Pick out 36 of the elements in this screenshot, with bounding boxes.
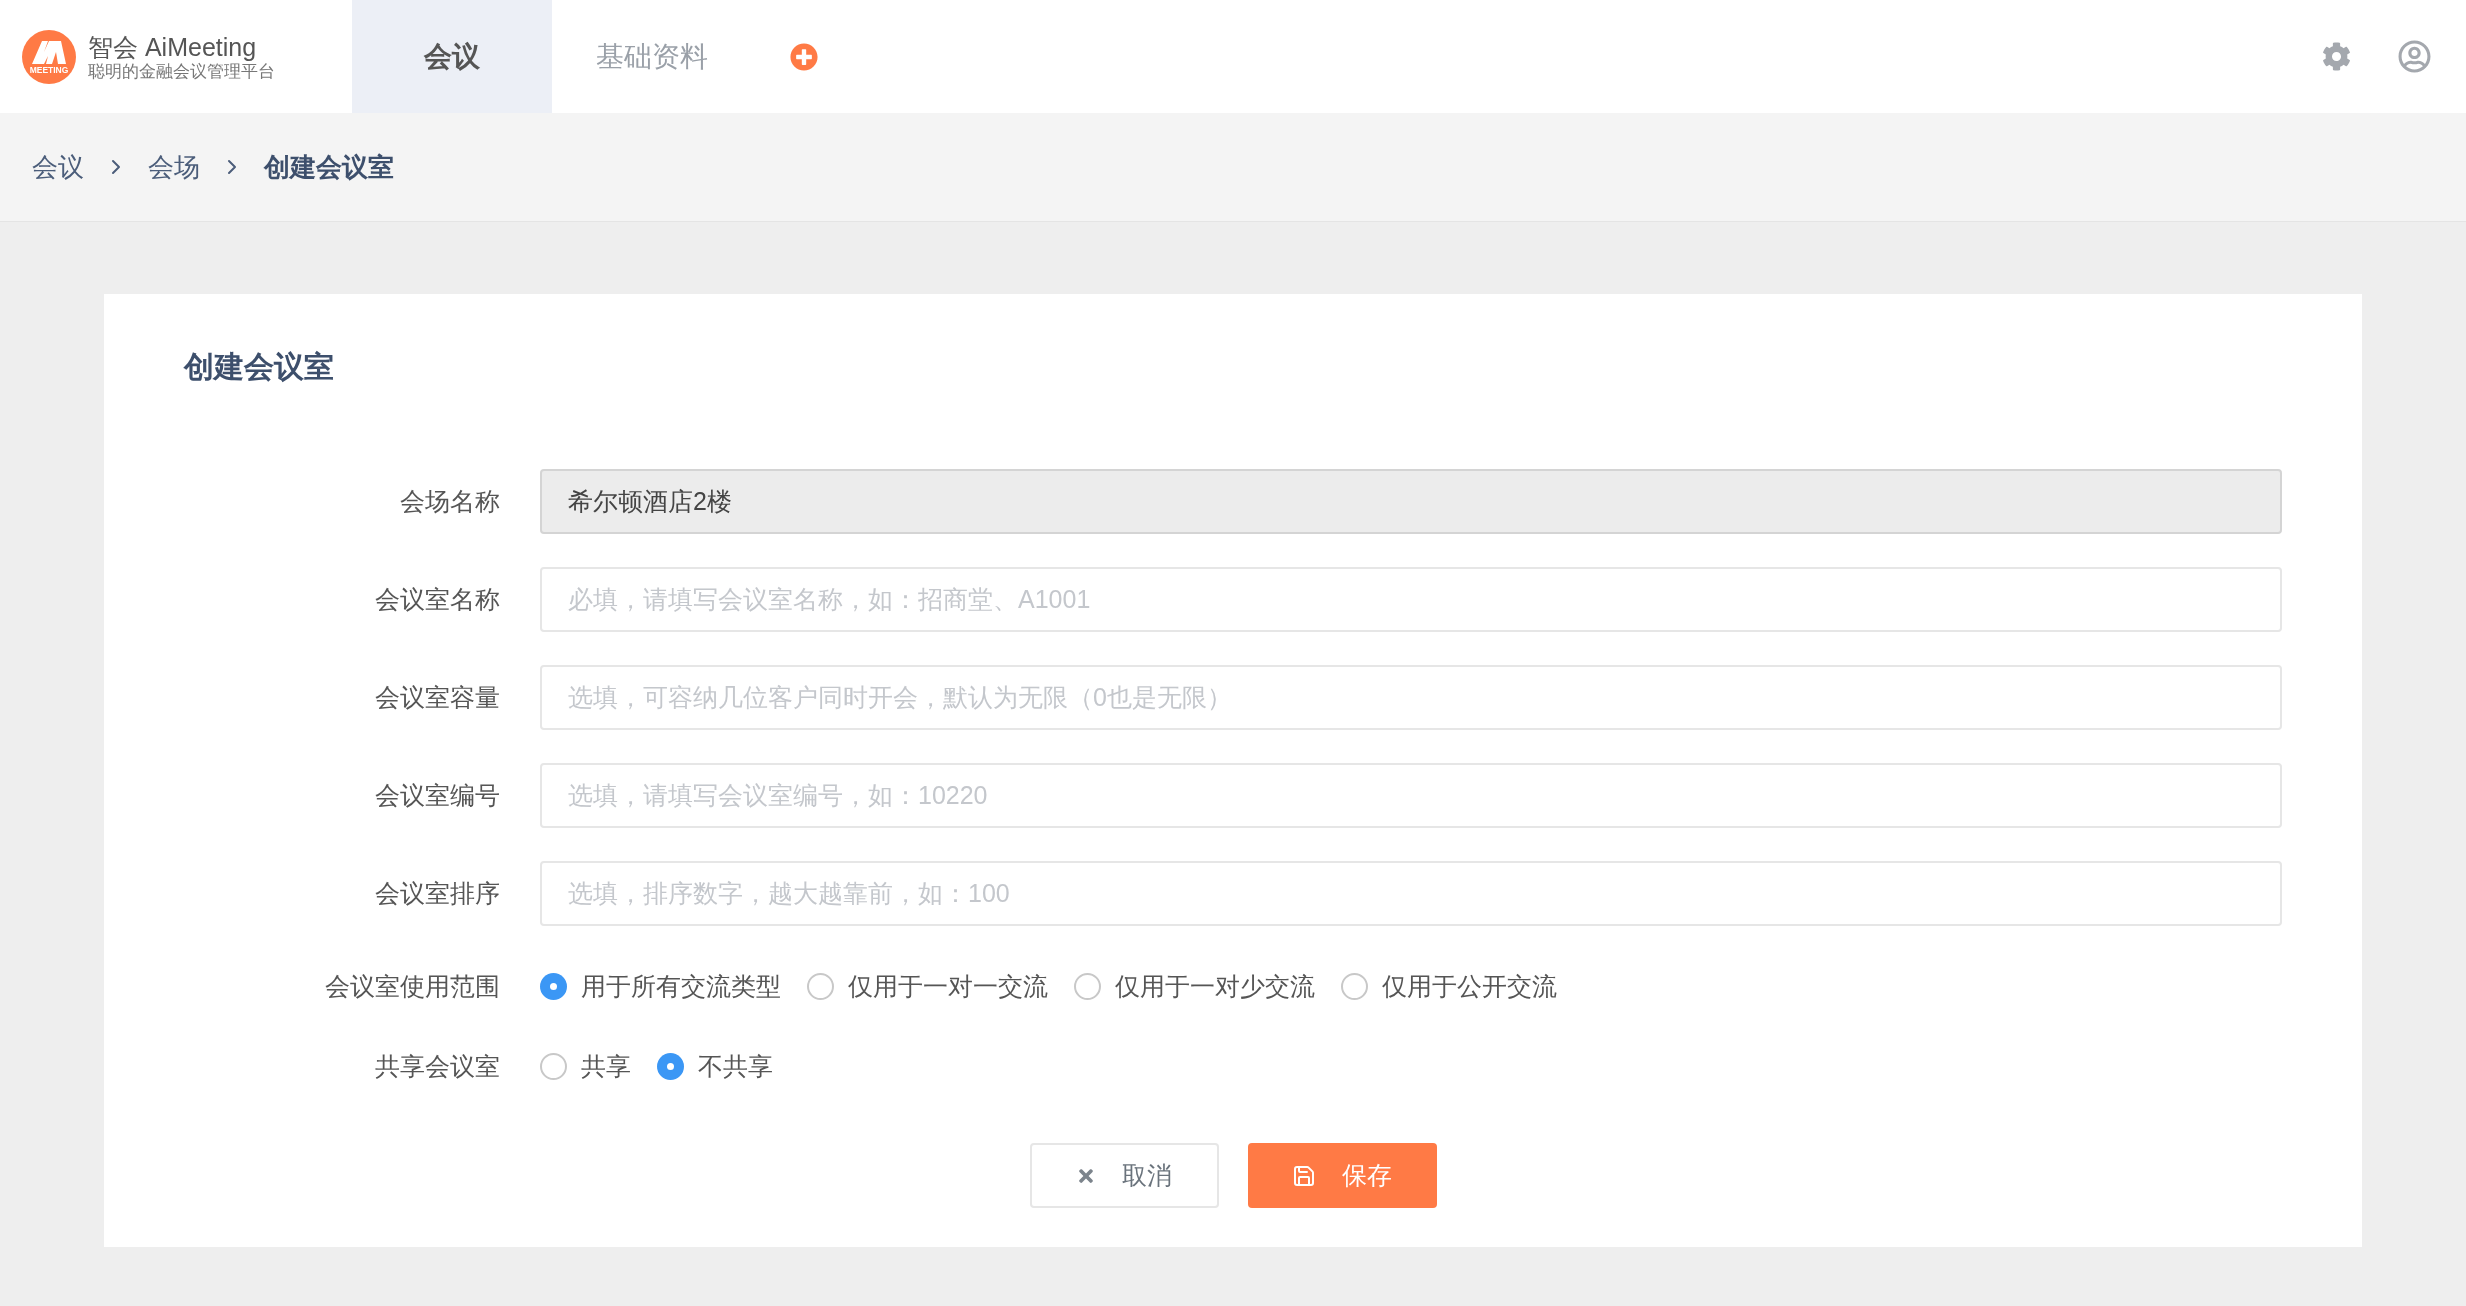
text-field[interactable]: 选填，可容纳几位客户同时开会，默认为无限（0也是无限） bbox=[540, 665, 2282, 730]
logo-icon: MEETING bbox=[22, 29, 76, 84]
brand-name: 智会 AiMeeting bbox=[88, 31, 258, 62]
radio-button[interactable] bbox=[657, 1052, 684, 1080]
radio-label: 不共享 bbox=[698, 1050, 773, 1082]
radio-label: 仅用于公开交流 bbox=[1382, 971, 1557, 1002]
field-label: 会议室编号 bbox=[374, 779, 501, 811]
field-label: 共享会议室 bbox=[374, 1050, 501, 1082]
text-field[interactable]: 必填，请填写会议室名称，如：招商堂、A1001 bbox=[540, 567, 2282, 632]
brand-tagline: 聪明的金融会议管理平台 bbox=[88, 61, 275, 82]
add-icon[interactable] bbox=[790, 42, 818, 71]
radio-button[interactable] bbox=[540, 1052, 567, 1080]
breadcrumb-item: 创建会议室 bbox=[264, 150, 394, 184]
radio-label: 仅用于一对少交流 bbox=[1115, 971, 1315, 1002]
field-label: 会议室容量 bbox=[374, 681, 501, 713]
radio-button[interactable] bbox=[807, 973, 834, 1001]
cancel-button[interactable]: 取消 bbox=[1029, 1143, 1219, 1208]
field-label: 会议室使用范围 bbox=[324, 971, 501, 1002]
radio-button[interactable] bbox=[540, 973, 567, 1001]
user-icon[interactable] bbox=[2398, 40, 2431, 73]
radio-label: 用于所有交流类型 bbox=[581, 971, 781, 1002]
field-label: 会场名称 bbox=[399, 485, 501, 517]
radio-button[interactable] bbox=[1341, 973, 1368, 1001]
radio-label: 仅用于一对一交流 bbox=[848, 971, 1048, 1002]
text-field[interactable]: 选填，排序数字，越大越靠前，如：100 bbox=[540, 861, 2282, 926]
radio-label: 共享 bbox=[581, 1050, 631, 1082]
field-label: 会议室排序 bbox=[374, 877, 501, 909]
settings-icon[interactable] bbox=[2322, 42, 2351, 71]
nav-tab[interactable]: 会议 bbox=[352, 0, 552, 113]
breadcrumb-item[interactable]: 会议 bbox=[32, 147, 84, 187]
breadcrumb-item[interactable]: 会场 bbox=[148, 147, 200, 187]
radio-button[interactable] bbox=[1074, 973, 1101, 1001]
venue-name-field[interactable]: 希尔顿酒店2楼 bbox=[540, 469, 2282, 534]
text-field[interactable]: 选填，请填写会议室编号，如：10220 bbox=[540, 763, 2282, 828]
field-label: 会议室名称 bbox=[374, 583, 501, 615]
form-title: 创建会议室 bbox=[184, 349, 335, 385]
